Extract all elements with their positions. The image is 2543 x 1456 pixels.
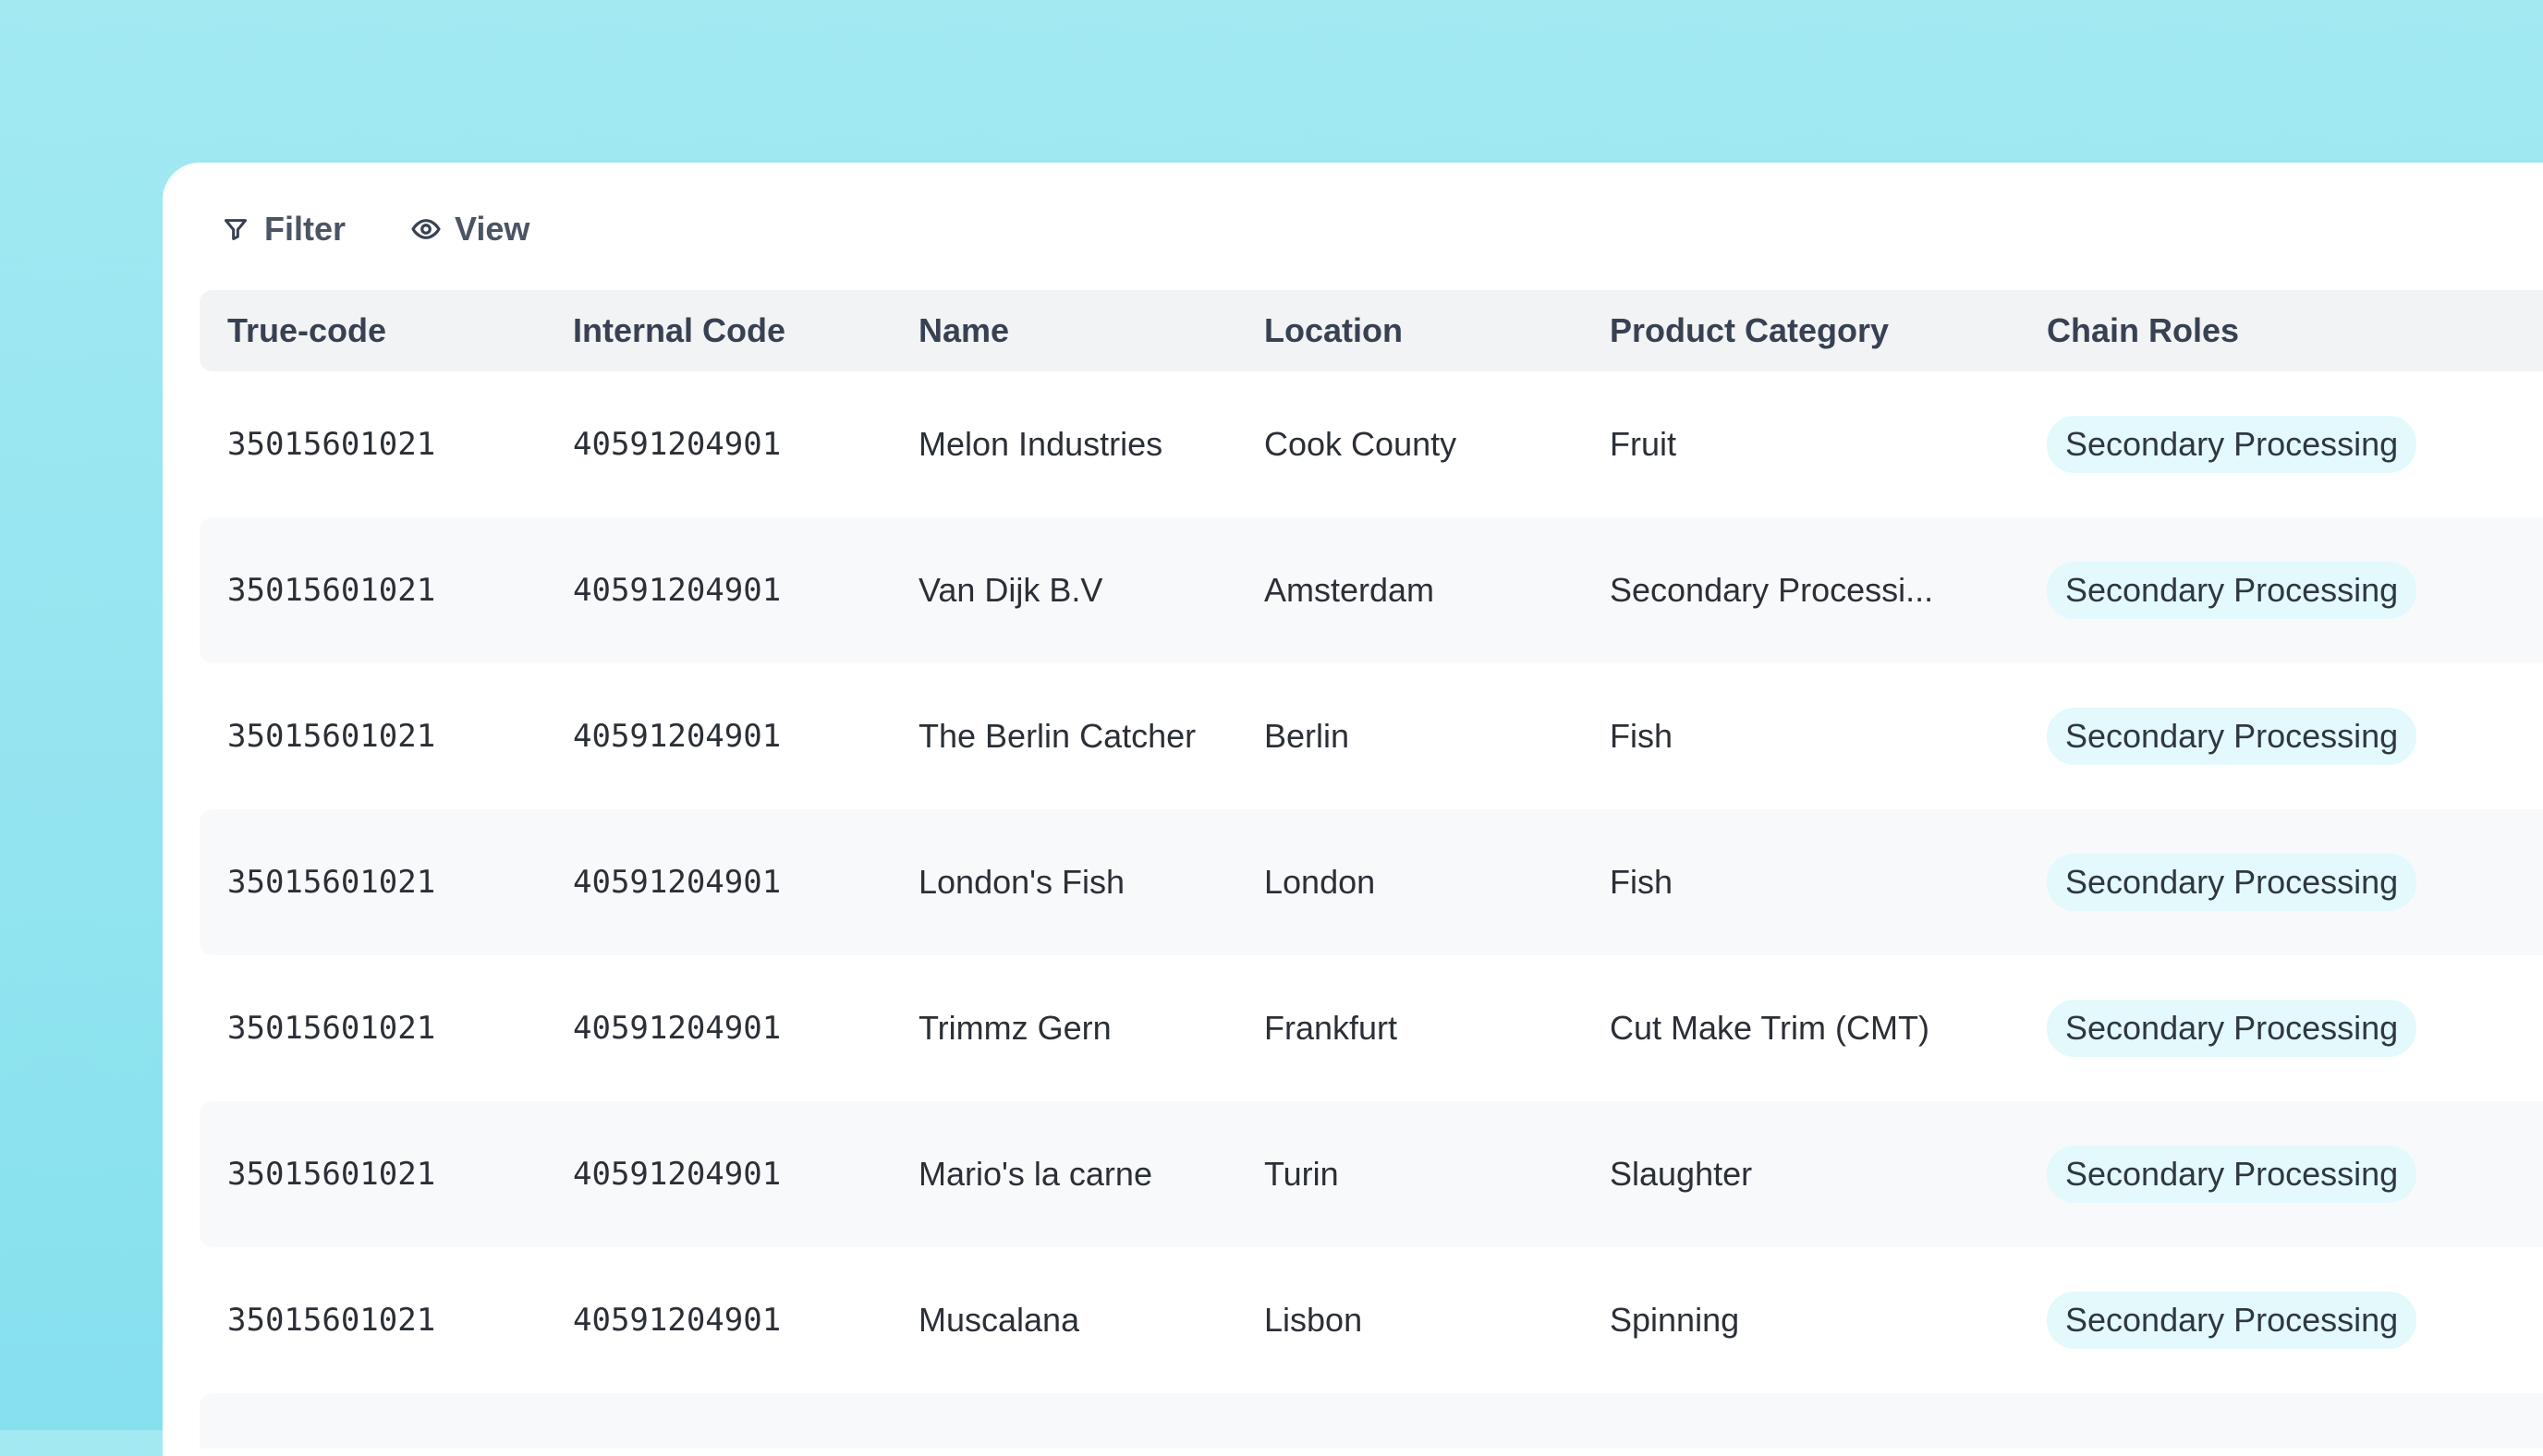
name-cell: London's Fish (919, 863, 1125, 901)
eye-icon (410, 213, 442, 245)
filter-label: Filter (264, 210, 347, 248)
location-cell: Turin (1264, 1155, 1339, 1193)
location-cell: London (1264, 863, 1376, 901)
filter-button[interactable]: Filter (220, 210, 346, 249)
category-cell: Fish (1610, 717, 1673, 755)
chain-role-badge: Secondary Processing (2047, 562, 2417, 619)
table-header: True-code Internal Code Name Location Pr… (200, 290, 2543, 371)
location-cell: Berlin (1264, 717, 1350, 755)
table-row[interactable]: 35015601021 40591204901 Van Dijk B.V Ams… (200, 517, 2543, 663)
internal-code-cell: 40591204901 (573, 718, 782, 755)
true-code-cell: 35015601021 (227, 1302, 436, 1339)
category-cell: Cut Make Trim (CMT) (1610, 1009, 1929, 1047)
internal-code-cell: 40591204901 (573, 1010, 782, 1047)
chain-role-badge: Secondary Processing (2047, 1292, 2417, 1349)
table-row[interactable]: 35015601021 40591204901 Mario's la carne… (200, 1101, 2543, 1247)
table-row[interactable]: 35015601021 40591204901 London's Fish Lo… (200, 809, 2543, 955)
name-cell: Muscalana (919, 1301, 1080, 1339)
category-cell: Fish (1610, 863, 1673, 901)
category-cell: Fruit (1610, 425, 1676, 463)
name-cell: Trimmz Gern (919, 1009, 1112, 1047)
chain-role-badge: Secondary Processing (2047, 1146, 2417, 1203)
column-header-name[interactable]: Name (919, 311, 1009, 350)
column-header-chain-roles[interactable]: Chain Roles (2047, 311, 2239, 350)
table-row[interactable]: 35015601021 40591204901 Melon Industries… (200, 371, 2543, 517)
true-code-cell: 35015601021 (227, 718, 436, 755)
table-row-partial (200, 1393, 2543, 1449)
true-code-cell: 35015601021 (227, 572, 436, 609)
table-row[interactable]: 35015601021 40591204901 Trimmz Gern Fran… (200, 955, 2543, 1101)
column-header-true-code[interactable]: True-code (227, 311, 386, 350)
column-header-product-category[interactable]: Product Category (1610, 311, 1979, 350)
table-panel: Filter View True-code Internal Code Name… (163, 163, 2543, 1456)
category-cell: Secondary Processi... (1610, 571, 1934, 609)
name-cell: Mario's la carne (919, 1155, 1152, 1193)
true-code-cell: 35015601021 (227, 1156, 436, 1193)
view-button[interactable]: View (410, 210, 529, 249)
name-cell: Melon Industries (919, 425, 1163, 463)
chain-role-badge: Secondary Processing (2047, 854, 2417, 911)
internal-code-cell: 40591204901 (573, 572, 782, 609)
chain-role-badge: Secondary Processing (2047, 1000, 2417, 1057)
location-cell: Lisbon (1264, 1301, 1363, 1339)
internal-code-cell: 40591204901 (573, 426, 782, 463)
view-label: View (455, 210, 530, 248)
column-header-internal-code[interactable]: Internal Code (573, 311, 785, 350)
name-cell: The Berlin Catcher (919, 717, 1197, 755)
chain-role-badge: Secondary Processing (2047, 708, 2417, 765)
chain-role-badge: Secondary Processing (2047, 416, 2417, 473)
true-code-cell: 35015601021 (227, 426, 436, 463)
true-code-cell: 35015601021 (227, 864, 436, 901)
table-row[interactable]: 35015601021 40591204901 Muscalana Lisbon… (200, 1247, 2543, 1393)
filter-icon (220, 213, 251, 245)
toolbar: Filter View (220, 201, 594, 257)
internal-code-cell: 40591204901 (573, 1156, 782, 1193)
true-code-cell: 35015601021 (227, 1010, 436, 1047)
table-row[interactable]: 35015601021 40591204901 The Berlin Catch… (200, 663, 2543, 809)
location-cell: Frankfurt (1264, 1009, 1398, 1047)
category-cell: Spinning (1610, 1301, 1740, 1339)
location-cell: Cook County (1264, 425, 1457, 463)
name-cell: Van Dijk B.V (919, 571, 1103, 609)
location-cell: Amsterdam (1264, 571, 1435, 609)
data-table: True-code Internal Code Name Location Pr… (200, 290, 2543, 1449)
column-header-location[interactable]: Location (1264, 311, 1403, 350)
internal-code-cell: 40591204901 (573, 864, 782, 901)
category-cell: Slaughter (1610, 1155, 1753, 1193)
internal-code-cell: 40591204901 (573, 1302, 782, 1339)
